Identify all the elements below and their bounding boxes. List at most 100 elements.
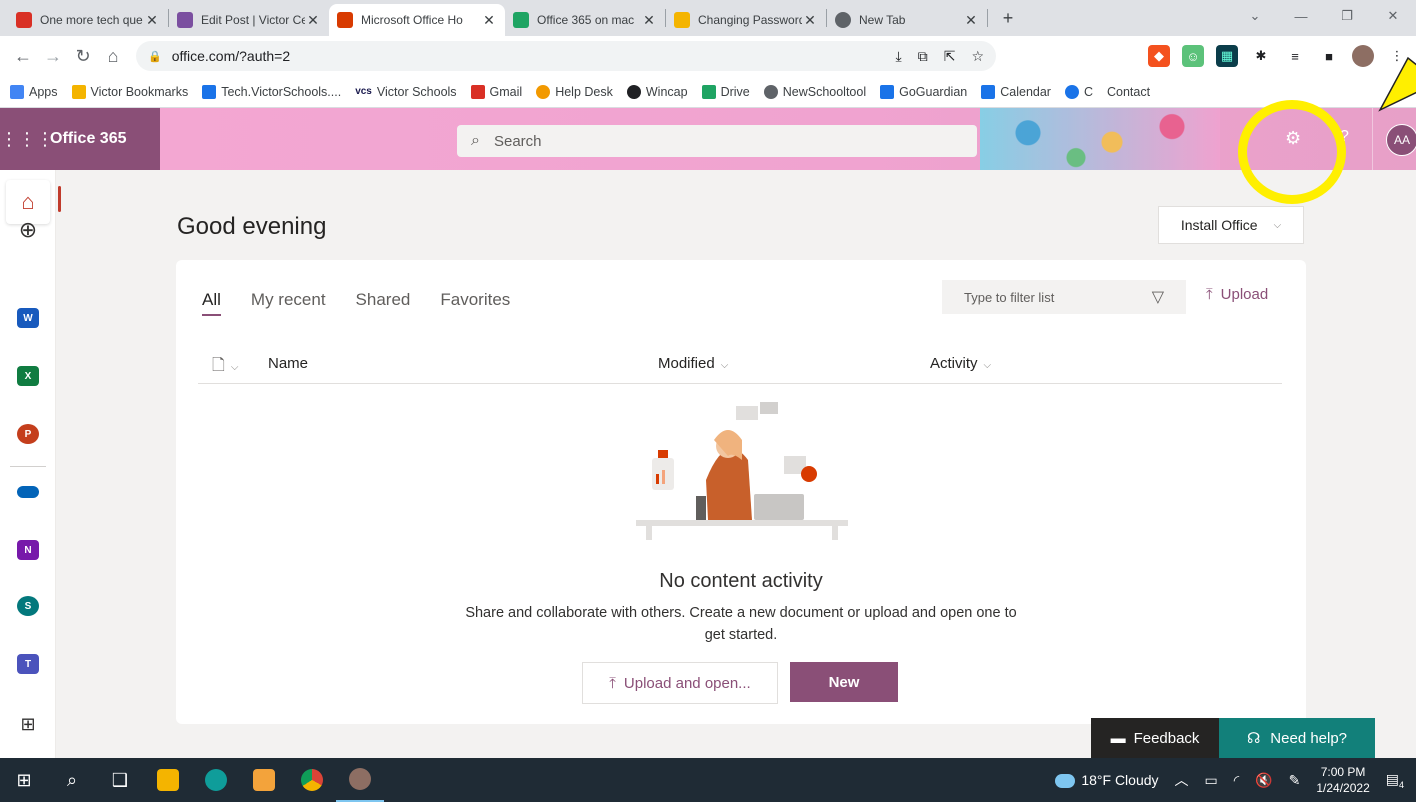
pen-icon[interactable]: ✎ xyxy=(1289,772,1301,789)
tab-title: Edit Post | Victor Ce xyxy=(201,13,305,27)
office-brand[interactable]: Office 365 xyxy=(50,130,126,148)
bookmark-item[interactable]: Contact xyxy=(1107,85,1150,99)
page-scrollbar[interactable] xyxy=(1404,170,1416,758)
rail-sharepoint[interactable]: S xyxy=(12,590,44,622)
chrome-icon[interactable] xyxy=(288,758,336,802)
bookmark-item[interactable]: Drive xyxy=(701,84,750,99)
browser-tab[interactable]: Office 365 on mac ✕ xyxy=(505,4,665,36)
edge-icon[interactable] xyxy=(192,758,240,802)
clock[interactable]: 7:00 PM 1/24/2022 xyxy=(1316,764,1369,796)
translate-icon[interactable]: ⧉ xyxy=(918,48,928,65)
browser-tab[interactable]: One more tech que ✕ xyxy=(8,4,168,36)
browser-tab[interactable]: Edit Post | Victor Ce ✕ xyxy=(169,4,329,36)
tab-search-icon[interactable]: ⌄ xyxy=(1232,0,1278,32)
app-launcher-icon[interactable]: ⋮⋮⋮ xyxy=(0,129,54,150)
side-panel-icon[interactable]: ■ xyxy=(1318,45,1340,67)
filter-funnel-icon[interactable]: ▽ xyxy=(1152,287,1164,307)
bookmark-item[interactable]: Help Desk xyxy=(536,84,613,99)
browser-tab[interactable]: New Tab ✕ xyxy=(827,4,987,36)
install-office-button[interactable]: Install Office ⌵ xyxy=(1158,206,1304,244)
extension-icon[interactable]: ☺ xyxy=(1182,45,1204,67)
browser-tab[interactable]: Changing Password ✕ xyxy=(666,4,826,36)
file-explorer-icon[interactable] xyxy=(144,758,192,802)
battery-icon[interactable]: ▭ xyxy=(1205,772,1218,789)
tab-shared[interactable]: Shared xyxy=(356,290,411,316)
tab-all[interactable]: All xyxy=(202,290,221,316)
bookmark-item[interactable]: Calendar xyxy=(981,84,1051,99)
rail-teams[interactable]: T xyxy=(12,648,44,680)
taskbar-search-icon[interactable]: ⌕ xyxy=(48,758,96,802)
upload-and-open-button[interactable]: ⤒ Upload and open... xyxy=(582,662,778,704)
rail-excel[interactable]: X xyxy=(12,360,44,392)
bookmark-item[interactable]: Tech.VictorSchools.... xyxy=(202,84,341,99)
weather-widget[interactable]: 18°F Cloudy xyxy=(1055,772,1159,789)
close-icon[interactable]: ✕ xyxy=(641,12,657,29)
rail-onenote[interactable]: N xyxy=(12,534,44,566)
filter-input[interactable]: Type to filter list ▽ xyxy=(942,280,1186,314)
bookmark-item[interactable]: GoGuardian xyxy=(880,84,967,99)
lock-icon[interactable]: 🔒 xyxy=(148,50,162,63)
account-avatar[interactable]: AA xyxy=(1386,124,1416,156)
close-window-icon[interactable]: ✕ xyxy=(1370,0,1416,32)
rail-divider xyxy=(10,466,46,467)
new-tab-button[interactable]: + xyxy=(994,4,1022,32)
notifications-icon[interactable]: ▤4 xyxy=(1386,771,1404,790)
install-app-icon[interactable]: ⤓ xyxy=(896,48,902,65)
start-windows-icon[interactable]: ⊞ xyxy=(0,758,48,802)
file-type-column[interactable]: 🗋 ⌵ xyxy=(212,354,238,381)
column-activity[interactable]: Activity ⌵ xyxy=(930,355,991,372)
volume-muted-icon[interactable]: 🔇 xyxy=(1255,772,1272,789)
close-icon[interactable]: ✕ xyxy=(802,12,818,29)
feedback-button[interactable]: ▬ Feedback xyxy=(1091,718,1219,758)
column-modified[interactable]: Modified ⌵ xyxy=(658,355,728,372)
close-icon[interactable]: ✕ xyxy=(305,12,321,29)
task-view-icon[interactable]: ❑ xyxy=(96,758,144,802)
profile-avatar[interactable] xyxy=(1352,45,1374,67)
extension-icon[interactable]: ▦ xyxy=(1216,45,1238,67)
rail-onedrive[interactable] xyxy=(12,476,44,508)
bookmark-item[interactable]: vcs Victor Schools xyxy=(355,85,456,99)
folder-icon xyxy=(71,84,86,99)
minimize-icon[interactable]: — xyxy=(1278,0,1324,32)
store-icon[interactable] xyxy=(240,758,288,802)
office-brand-area: ⋮⋮⋮ Office 365 xyxy=(0,108,160,170)
bookmark-folder[interactable]: Victor Bookmarks xyxy=(71,84,188,99)
bookmark-apps[interactable]: Apps xyxy=(10,84,58,99)
new-button[interactable]: New xyxy=(790,662,898,702)
close-icon[interactable]: ✕ xyxy=(144,12,160,29)
forward-arrow-icon[interactable]: → xyxy=(38,41,68,71)
close-icon[interactable]: ✕ xyxy=(963,12,979,29)
wifi-icon[interactable]: ◜ xyxy=(1234,772,1239,789)
upload-button[interactable]: ⤒ Upload xyxy=(1206,286,1268,303)
reading-list-icon[interactable]: ≡ xyxy=(1284,45,1306,67)
bookmark-item[interactable]: C xyxy=(1064,84,1093,99)
browser-tab-active[interactable]: Microsoft Office Ho ✕ xyxy=(329,4,505,36)
shield-icon xyxy=(880,84,895,99)
close-icon[interactable]: ✕ xyxy=(481,12,497,29)
tab-my-recent[interactable]: My recent xyxy=(251,290,326,316)
column-name[interactable]: Name xyxy=(268,355,308,372)
rail-create[interactable]: ⊕ xyxy=(12,214,44,246)
bookmark-item[interactable]: NewSchooltool xyxy=(763,84,866,99)
address-bar[interactable]: 🔒 office.com/?auth=2 ⤓ ⧉ ⇱ ☆ xyxy=(136,41,996,71)
need-help-button[interactable]: ☊ Need help? xyxy=(1219,718,1375,758)
rail-all-apps[interactable]: ⊞ xyxy=(12,708,44,740)
tab-favorites[interactable]: Favorites xyxy=(440,290,510,316)
home-icon[interactable]: ⌂ xyxy=(98,41,128,71)
extension-icon[interactable]: ◆ xyxy=(1148,45,1170,67)
rail-powerpoint[interactable]: P xyxy=(12,418,44,450)
share-icon[interactable]: ⇱ xyxy=(944,48,956,65)
bookmark-item[interactable]: Wincap xyxy=(626,84,688,99)
rail-word[interactable]: W xyxy=(12,302,44,334)
puzzle-icon[interactable]: ✱ xyxy=(1250,45,1272,67)
drive-icon xyxy=(513,12,529,28)
back-arrow-icon[interactable]: ← xyxy=(8,41,38,71)
reload-icon[interactable]: ↻ xyxy=(68,41,98,71)
restore-icon[interactable]: ❐ xyxy=(1324,0,1370,32)
chevron-up-icon[interactable]: ︿ xyxy=(1175,770,1189,790)
bookmark-item[interactable]: Gmail xyxy=(470,84,522,99)
chrome-profile-icon[interactable] xyxy=(336,758,384,802)
annotation-arrow xyxy=(1378,56,1416,112)
bookmark-star-icon[interactable]: ☆ xyxy=(971,48,984,65)
search-box[interactable]: ⌕ Search xyxy=(457,125,977,157)
